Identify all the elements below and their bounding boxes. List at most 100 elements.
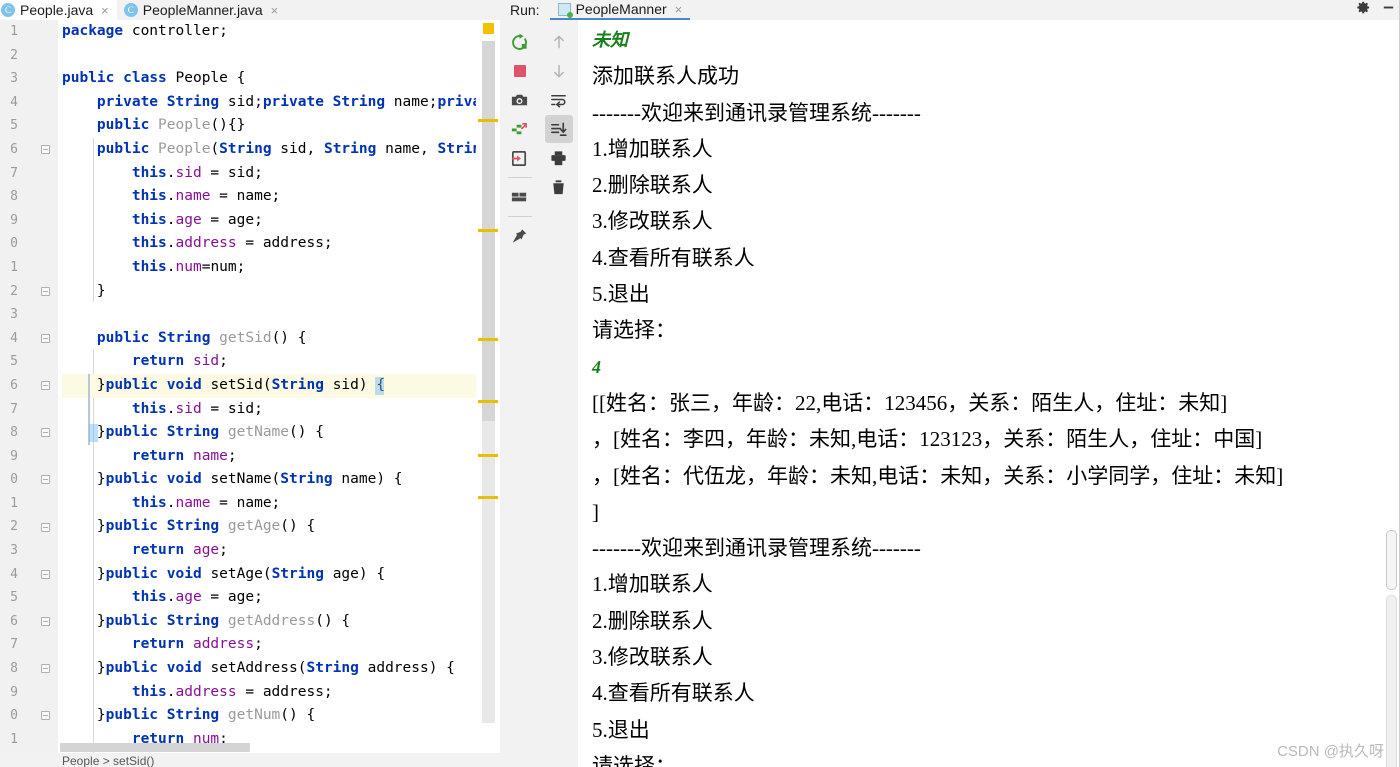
code-line[interactable]: this.address = address; (62, 681, 500, 705)
toolbar-separator (507, 177, 532, 178)
up-arrow-button[interactable] (545, 28, 573, 56)
run-config-icon (557, 2, 573, 18)
console-output-line: 1.增加联系人 (592, 572, 713, 597)
code-line[interactable]: }public void setSid(String sid) { (62, 373, 500, 398)
console-output-line: 2.删除联系人 (592, 173, 713, 198)
code-fold-toggle[interactable] (41, 286, 50, 296)
code-line[interactable]: }public String getNum() { (62, 704, 500, 728)
screenshot-button[interactable] (506, 86, 534, 114)
editor-tabbar: C People.java × C PeopleManner.java × (0, 0, 500, 20)
code-line[interactable]: public People(){} (62, 114, 500, 138)
code-line[interactable]: package controller; (62, 20, 500, 44)
ide-window: C People.java × C PeopleManner.java × 1 2… (0, 0, 1400, 767)
line-number: 7 (10, 637, 18, 653)
warning-marker[interactable] (478, 229, 498, 232)
soft-wrap-button[interactable] (545, 86, 573, 114)
pin-tab-button[interactable] (506, 222, 534, 250)
code-line[interactable]: public class People { (62, 67, 500, 91)
code-line[interactable]: } (62, 280, 500, 304)
minimize-icon[interactable] (1381, 0, 1396, 20)
print-button[interactable] (545, 144, 573, 172)
line-number: 4 (10, 94, 18, 110)
warning-marker[interactable] (478, 338, 498, 341)
warning-marker[interactable] (478, 454, 498, 457)
breadcrumb[interactable]: People > setSid() (0, 753, 500, 767)
run-toolbar-primary (500, 20, 539, 767)
editor-tab-label: People.java (20, 2, 94, 18)
code-line[interactable]: this.name = name; (62, 492, 500, 516)
code-fold-toggle[interactable] (41, 428, 50, 438)
code-line[interactable]: }public void setName(String name) { (62, 468, 500, 492)
editor-tab-people[interactable]: C People.java × (0, 0, 117, 20)
console-output[interactable]: 未知 添加联系人成功 -------欢迎来到通讯录管理系统------- 1.增加联系… (578, 20, 1400, 767)
code-fold-toggle[interactable] (41, 333, 50, 343)
close-icon[interactable]: × (271, 3, 279, 18)
gear-icon[interactable] (1356, 0, 1371, 20)
console-output-line: 4.查看所有联系人 (592, 681, 755, 706)
code-fold-toggle[interactable] (41, 522, 50, 532)
code-line[interactable] (62, 44, 500, 68)
warning-marker[interactable] (478, 119, 498, 122)
line-number: 7 (10, 401, 18, 417)
code-line[interactable]: }public void setAge(String age) { (62, 563, 500, 587)
code-line[interactable]: public People(String sid, String name, S… (62, 138, 500, 162)
code-line[interactable] (62, 303, 500, 327)
console-output-line: 5.退出 (592, 282, 650, 307)
warning-marker[interactable] (478, 400, 498, 403)
code-line[interactable]: this.address = address; (62, 232, 500, 256)
console-scrollbar-thumb[interactable] (1386, 530, 1397, 590)
code-fold-toggle[interactable] (41, 145, 50, 154)
code-line[interactable]: }public String getName() { (62, 421, 500, 445)
code-line[interactable]: return age; (62, 539, 500, 563)
editor-hscrollbar-track[interactable] (60, 743, 474, 753)
code-line[interactable]: private String sid;private String name;p… (62, 91, 500, 115)
code-line[interactable]: public String getSid() { (62, 327, 500, 351)
code-line[interactable]: return address; (62, 633, 500, 657)
code-line[interactable]: this.sid = sid; (62, 398, 500, 422)
code-fold-toggle[interactable] (41, 569, 50, 579)
close-icon[interactable]: × (101, 3, 109, 18)
editor-gutter[interactable]: 1234567890123456789012345678901 (0, 20, 58, 767)
code-line[interactable]: this.sid = sid; (62, 162, 500, 186)
line-number: 3 (10, 71, 18, 87)
stop-button[interactable] (506, 57, 534, 85)
run-tab-peoplemanner[interactable]: PeopleManner × (549, 0, 691, 20)
line-number: 1 (10, 259, 18, 275)
code-fold-toggle[interactable] (41, 475, 50, 485)
thread-dump-button[interactable] (506, 115, 534, 143)
code-line[interactable]: return sid; (62, 350, 500, 374)
scroll-to-end-button[interactable] (544, 115, 573, 143)
code-line[interactable]: return name; (62, 445, 500, 469)
inspection-status-icon[interactable] (483, 23, 494, 34)
code-line[interactable]: }public String getAddress() { (62, 610, 500, 634)
code-line[interactable]: this.age = age; (62, 209, 500, 233)
console-output-line: [[姓名：张三，年龄：22,电话：123456，关系：陌生人，住址：未知] (592, 390, 1228, 415)
console-input-line: 4 (592, 356, 601, 377)
clear-all-button[interactable] (545, 173, 573, 201)
code-line[interactable]: }public void setAddress(String address) … (62, 657, 500, 681)
code-fold-toggle[interactable] (41, 664, 50, 674)
console-input-line: 未知 (592, 30, 628, 50)
code-line[interactable]: this.age = age; (62, 586, 500, 610)
layout-button[interactable] (506, 183, 534, 211)
code-line[interactable]: }public String getAge() { (62, 515, 500, 539)
code-line[interactable]: this.num=num; (62, 256, 500, 280)
down-arrow-button[interactable] (545, 57, 573, 85)
code-fold-toggle[interactable] (41, 617, 50, 626)
rerun-button[interactable] (506, 28, 534, 56)
editor-pane: C People.java × C PeopleManner.java × 1 2… (0, 0, 500, 767)
code-line[interactable]: this.name = name; (62, 185, 500, 209)
brace-match-highlight (89, 424, 98, 443)
editor-code-area[interactable]: package controller; public class People {… (58, 20, 500, 767)
code-fold-toggle[interactable] (41, 711, 50, 721)
console-output-line: ，[姓名：李四，年龄：未知,电话：123123，关系：陌生人，住址：中国] (592, 427, 1263, 452)
editor-hscrollbar-thumb[interactable] (60, 743, 250, 752)
warning-marker[interactable] (478, 496, 498, 499)
console-scrollbar-track[interactable] (1386, 595, 1397, 767)
close-icon[interactable]: × (675, 2, 683, 17)
console-output-line: ] (592, 499, 599, 524)
editor-tab-peoplemanner[interactable]: C PeopleManner.java × (116, 0, 287, 20)
editor-marker-strip[interactable] (476, 20, 500, 767)
code-fold-toggle[interactable] (41, 381, 50, 390)
export-button[interactable] (506, 144, 534, 172)
